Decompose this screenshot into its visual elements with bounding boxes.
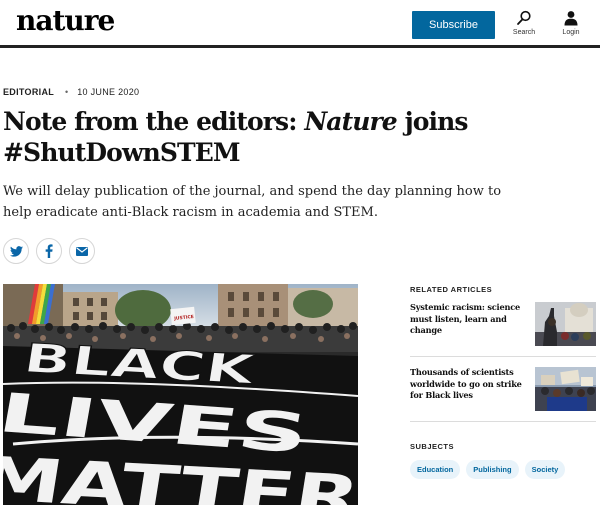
related-articles-heading: RELATED ARTICLES (410, 285, 493, 294)
page-title: Note from the editors: Nature joins #Shu… (3, 106, 473, 168)
share-buttons (3, 238, 95, 264)
subject-tag-publishing[interactable]: Publishing (466, 460, 519, 479)
article-meta: EDITORIAL • 10 JUNE 2020 (3, 87, 139, 97)
twitter-icon (9, 245, 23, 257)
login-button[interactable]: Login (549, 10, 593, 42)
related-article-title[interactable]: Thousands of scientists worldwide to go … (410, 367, 532, 402)
related-article-title[interactable]: Systemic racism: science must listen, le… (410, 302, 532, 337)
facebook-icon (45, 244, 53, 258)
search-label: Search (512, 29, 536, 36)
article-standfirst: We will delay publication of the journal… (3, 184, 502, 220)
nature-logo[interactable]: nature (16, 4, 115, 37)
related-article-thumbnail[interactable] (535, 367, 596, 411)
article-type[interactable]: EDITORIAL (3, 87, 54, 97)
site-header: nature Subscribe Search Login (0, 0, 600, 46)
hero-image: JUSTICE BLACK LIVES MATTER (3, 284, 358, 505)
share-facebook-button[interactable] (36, 238, 62, 264)
title-part-1: Note from the editors: (3, 107, 305, 136)
user-icon (564, 11, 578, 26)
related-article-item[interactable]: Systemic racism: science must listen, le… (410, 302, 596, 354)
publish-date: 10 JUNE 2020 (77, 87, 140, 97)
subject-tag-society[interactable]: Society (524, 460, 566, 479)
subscribe-button[interactable]: Subscribe (412, 11, 495, 39)
title-journal-name: Nature (304, 107, 397, 136)
related-article-item[interactable]: Thousands of scientists worldwide to go … (410, 367, 596, 419)
subject-tags: Education Publishing Society (410, 460, 566, 479)
login-label: Login (562, 29, 580, 36)
subjects-heading: SUBJECTS (410, 442, 455, 451)
protest-photo: JUSTICE BLACK LIVES MATTER (3, 284, 358, 505)
share-twitter-button[interactable] (3, 238, 29, 264)
share-email-button[interactable] (69, 238, 95, 264)
related-divider (410, 421, 596, 422)
header-divider (0, 45, 600, 48)
subject-tag-education[interactable]: Education (410, 460, 461, 479)
search-button[interactable]: Search (502, 10, 546, 42)
email-icon (76, 246, 88, 256)
related-divider (410, 356, 596, 357)
search-icon (517, 10, 531, 25)
meta-separator: • (65, 87, 69, 97)
related-article-thumbnail[interactable] (535, 302, 596, 346)
